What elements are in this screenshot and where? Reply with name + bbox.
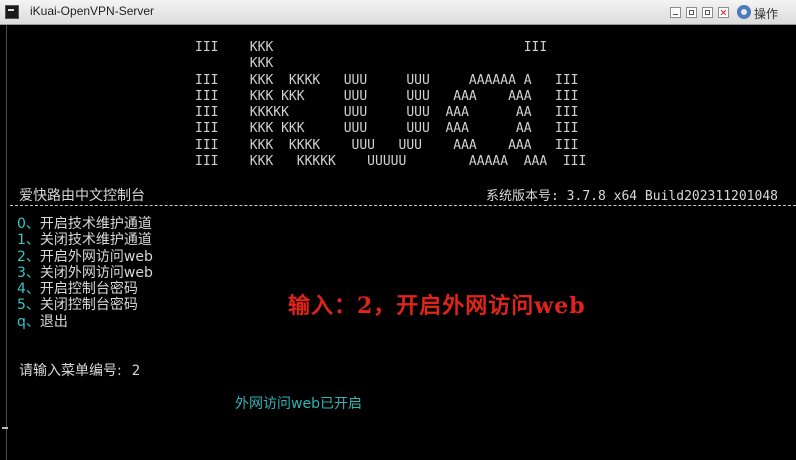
banner-line: III KKK KKK UUU UUU AAA AA III xyxy=(195,121,579,137)
menu-item-key: 3 xyxy=(17,264,26,281)
menu-item-label: 关闭外网访问web xyxy=(39,264,153,281)
annotation-text: 输入：2，开启外网访问web xyxy=(288,293,586,319)
prompt-label: 请输入菜单编号: xyxy=(19,363,122,379)
menu-item-label: 开启外网访问web xyxy=(39,248,153,265)
menu-item-key: 1 xyxy=(17,232,26,249)
input-prompt[interactable]: 请输入菜单编号: 2 xyxy=(19,360,140,380)
menu-item-separator: 、 xyxy=(25,264,40,281)
close-icon[interactable] xyxy=(718,7,729,18)
banner-line: III KKK KKKK UUU UUU AAA AAA III xyxy=(195,137,579,153)
terminal-left-border xyxy=(6,25,7,460)
text-cursor xyxy=(2,427,8,429)
menu-item-key: q xyxy=(17,313,26,330)
menu-item-key: 5 xyxy=(17,297,26,314)
divider xyxy=(10,205,796,206)
menu-item-4: 4、开启控制台密码 xyxy=(17,281,153,297)
maximize-icon[interactable] xyxy=(702,7,713,18)
menu-item-label: 关闭控制台密码 xyxy=(39,297,138,314)
menu-item-separator: 、 xyxy=(25,232,40,249)
menu-item-label: 关闭技术维护通道 xyxy=(39,232,152,249)
menu-item-key: 0 xyxy=(17,216,26,232)
gear-icon[interactable] xyxy=(737,5,751,19)
banner-line: III KKK KKKK UUU UUU AAAAAA A III xyxy=(195,72,579,88)
menu-list: 0、开启技术维护通道 1、关闭技术维护通道 2、开启外网访问web 3、关闭外网访问w… xyxy=(17,216,153,330)
menu-item-label: 退出 xyxy=(39,313,68,330)
console-name: 爱快路由中文控制台 xyxy=(19,188,145,204)
menu-item-2: 2、开启外网访问web xyxy=(17,249,153,265)
app-icon xyxy=(5,5,19,19)
banner-line: III KKK III xyxy=(195,40,548,55)
banner-line: III KKK KKK UUU UUU AAA AAA III xyxy=(195,88,579,104)
window-title: iKuai-OpenVPN-Server xyxy=(30,4,155,18)
banner-line: III KKKKK UUU UUU AAA AA III xyxy=(195,105,579,121)
action-menu-button[interactable]: 操作 xyxy=(754,5,778,22)
menu-item-q: q、退出 xyxy=(17,314,153,330)
menu-item-key: 2 xyxy=(17,248,26,265)
prompt-value[interactable]: 2 xyxy=(132,363,140,379)
menu-item-separator: 、 xyxy=(25,216,40,232)
menu-item-0: 0、开启技术维护通道 xyxy=(17,216,153,232)
menu-item-3: 3、关闭外网访问web xyxy=(17,265,153,281)
menu-item-label: 开启技术维护通道 xyxy=(39,216,152,232)
window-titlebar: iKuai-OpenVPN-Server 操作 xyxy=(0,0,796,25)
menu-item-separator: 、 xyxy=(25,248,40,265)
ascii-banner: III KKK III KKK III KKK KKKK UUU UUU AAA… xyxy=(195,40,586,170)
menu-item-1: 1、关闭技术维护通道 xyxy=(17,232,153,248)
minimize-icon[interactable] xyxy=(670,7,681,18)
system-version: 系统版本号: 3.7.8 x64 Build202311201048 xyxy=(486,189,778,204)
terminal-screen[interactable]: III KKK III KKK III KKK KKKK UUU UUU AAA… xyxy=(0,25,796,460)
result-message: 外网访问web已开启 xyxy=(235,396,362,412)
menu-item-key: 4 xyxy=(17,281,26,298)
menu-item-separator: 、 xyxy=(25,313,40,330)
menu-item-separator: 、 xyxy=(25,281,40,298)
menu-item-label: 开启控制台密码 xyxy=(39,281,138,298)
menu-item-separator: 、 xyxy=(25,297,40,314)
menu-item-5: 5、关闭控制台密码 xyxy=(17,297,153,313)
banner-line: III KKK KKKKK UUUUU AAAAA AAA III xyxy=(195,154,587,170)
restore-icon[interactable] xyxy=(686,7,697,18)
banner-line: KKK xyxy=(195,56,274,72)
